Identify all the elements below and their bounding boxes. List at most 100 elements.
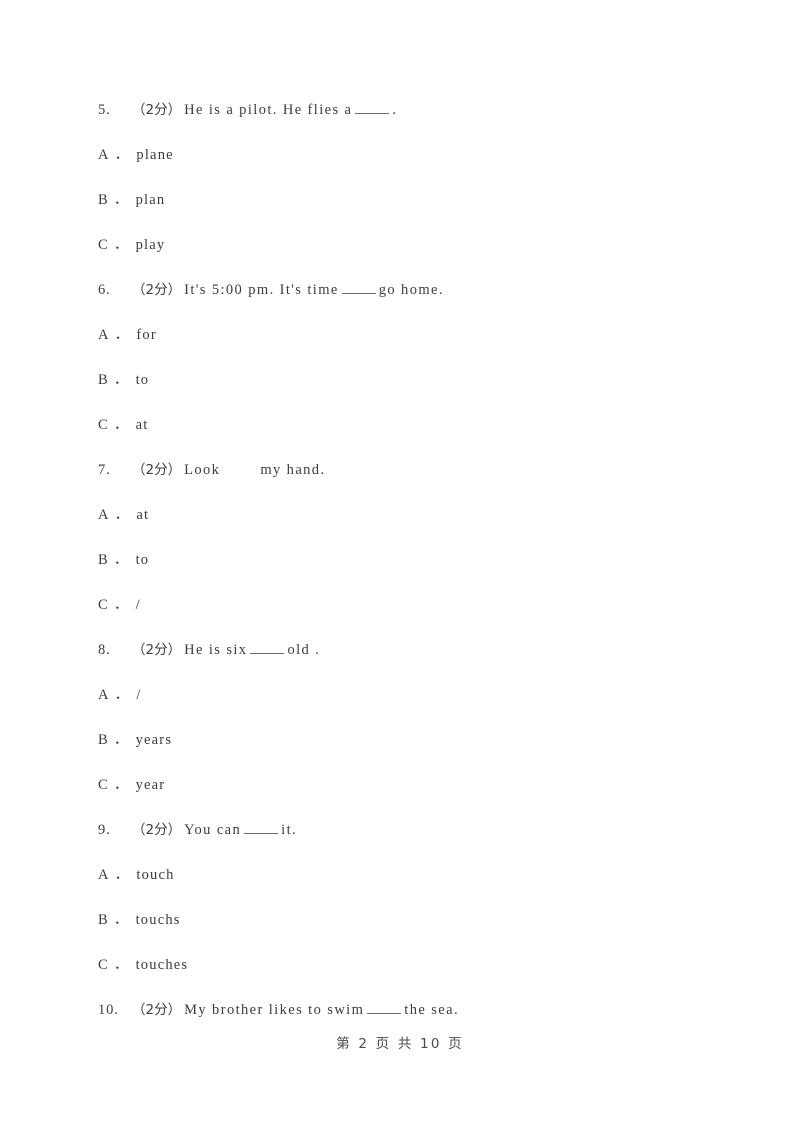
question-option[interactable]: C ． / <box>98 595 718 640</box>
option-text: touches <box>135 957 189 973</box>
option-separator: ． <box>113 777 130 793</box>
option-text: / <box>135 597 141 613</box>
question-number: 6. <box>98 282 111 298</box>
option-letter: A <box>98 147 110 163</box>
question-body: （2分） He is a pilot. He flies a. <box>132 100 397 120</box>
question-text-after-blank: it. <box>281 822 298 838</box>
option-text: plane <box>136 147 174 163</box>
option-letter: C <box>98 237 109 253</box>
question-marks: （2分） <box>132 462 182 478</box>
question-text-before-blank: Look <box>184 462 221 478</box>
question-stem: 8. （2分） He is six old . <box>98 640 718 685</box>
question-marks: （2分） <box>132 102 182 118</box>
option-separator: ． <box>113 912 130 928</box>
question-stem: 9. （2分） You can it. <box>98 820 718 865</box>
option-separator: ． <box>113 552 130 568</box>
question-marks: （2分） <box>132 642 182 658</box>
answer-blank[interactable] <box>341 280 376 294</box>
option-letter: A <box>98 507 110 523</box>
option-separator: ． <box>114 327 131 343</box>
question-option[interactable]: C ． year <box>98 775 718 820</box>
option-letter: A <box>98 687 110 703</box>
question-body: （2分） He is six old . <box>132 640 320 660</box>
option-separator: ． <box>114 507 131 523</box>
option-separator: ． <box>113 192 130 208</box>
option-text: / <box>136 687 142 703</box>
question-option[interactable]: A ． / <box>98 685 718 730</box>
question-option[interactable]: B ． to <box>98 370 718 415</box>
question-option[interactable]: B ． plan <box>98 190 718 235</box>
option-text: play <box>135 237 166 253</box>
exam-page: 5. （2分） He is a pilot. He flies a. A ． plane B… <box>0 0 800 1132</box>
option-letter: C <box>98 417 109 433</box>
option-letter: A <box>98 867 110 883</box>
option-letter: A <box>98 327 110 343</box>
question-number: 5. <box>98 102 111 118</box>
question-body: （2分） You can it. <box>132 820 297 840</box>
option-separator: ． <box>113 732 130 748</box>
question-option[interactable]: C ． at <box>98 415 718 460</box>
question-option[interactable]: A ． touch <box>98 865 718 910</box>
question-number: 8. <box>98 642 111 658</box>
option-separator: ． <box>113 597 130 613</box>
question-stem: 7. （2分） Look my hand. <box>98 460 718 505</box>
question-option[interactable]: B ． to <box>98 550 718 595</box>
option-letter: C <box>98 777 109 793</box>
question-text-before-blank: He is six <box>184 642 248 658</box>
option-letter: B <box>98 552 109 568</box>
option-separator: ． <box>113 417 130 433</box>
question-text-after-blank: . <box>392 102 398 118</box>
answer-blank[interactable] <box>367 1000 402 1014</box>
option-text: touchs <box>135 912 181 928</box>
question-option[interactable]: A ． plane <box>98 145 718 190</box>
question-text-before-blank: You can <box>184 822 242 838</box>
question-number: 7. <box>98 462 111 478</box>
option-text: to <box>135 552 150 568</box>
question-text-after-blank: go home. <box>378 282 444 298</box>
question-option[interactable]: B ． years <box>98 730 718 775</box>
option-letter: B <box>98 192 109 208</box>
answer-blank[interactable] <box>250 640 285 654</box>
question-text-before-blank: My brother likes to swim <box>184 1002 365 1018</box>
option-letter: C <box>98 957 109 973</box>
question-body: （2分） Look my hand. <box>132 460 325 480</box>
question-stem: 6. （2分） It's 5:00 pm. It's time go home. <box>98 280 718 325</box>
question-stem: 5. （2分） He is a pilot. He flies a. <box>98 100 718 145</box>
question-option[interactable]: C ． play <box>98 235 718 280</box>
question-option[interactable]: C ． touches <box>98 955 718 1000</box>
question-text-after-blank: my hand. <box>260 462 326 478</box>
question-option[interactable]: B ． touchs <box>98 910 718 955</box>
question-body: （2分） My brother likes to swim the sea. <box>132 1000 459 1020</box>
question-text-before-blank: It's 5:00 pm. It's time <box>184 282 339 298</box>
answer-blank[interactable] <box>244 820 279 834</box>
option-separator: ． <box>113 372 130 388</box>
answer-blank[interactable] <box>355 100 390 114</box>
option-separator: ． <box>113 237 130 253</box>
option-text: for <box>136 327 157 343</box>
option-text: touch <box>136 867 175 883</box>
question-number: 9. <box>98 822 111 838</box>
question-text-after-blank: old . <box>287 642 321 658</box>
option-letter: C <box>98 597 109 613</box>
question-text-before-blank: He is a pilot. He flies a <box>184 102 353 118</box>
option-separator: ． <box>114 867 131 883</box>
option-separator: ． <box>114 147 131 163</box>
question-text-after-blank: the sea. <box>404 1002 459 1018</box>
option-letter: B <box>98 372 109 388</box>
option-separator: ． <box>113 957 130 973</box>
question-list: 5. （2分） He is a pilot. He flies a. A ． plane B… <box>98 100 718 1045</box>
page-footer: 第 2 页 共 10 页 <box>336 1036 464 1052</box>
option-text: at <box>135 417 149 433</box>
question-marks: （2分） <box>132 1002 182 1018</box>
option-letter: B <box>98 912 109 928</box>
option-letter: B <box>98 732 109 748</box>
option-text: to <box>135 372 150 388</box>
question-marks: （2分） <box>132 822 182 838</box>
option-text: at <box>136 507 150 523</box>
option-text: plan <box>135 192 166 208</box>
question-option[interactable]: A ． for <box>98 325 718 370</box>
question-option[interactable]: A ． at <box>98 505 718 550</box>
question-marks: （2分） <box>132 282 182 298</box>
option-text: years <box>135 732 173 748</box>
option-separator: ． <box>114 687 131 703</box>
